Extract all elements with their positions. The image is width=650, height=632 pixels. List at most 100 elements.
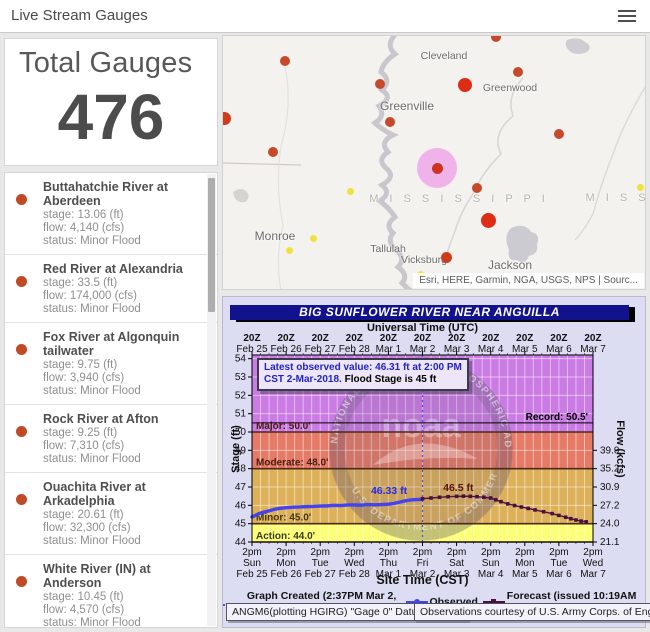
svg-text:Sun: Sun	[482, 558, 500, 569]
utc-axis-title: Universal Time (UTC)	[252, 322, 593, 334]
gauge-stage: stage: 20.61 (ft)	[43, 509, 203, 522]
gauge-list: Buttahatchie River at Aberdeen stage: 13…	[5, 173, 217, 628]
gauge-name: Ouachita River at Arkadelphia	[43, 480, 203, 508]
svg-text:2pm: 2pm	[583, 547, 602, 558]
gauge-map-marker[interactable]	[375, 79, 385, 89]
gauge-map-marker[interactable]	[222, 112, 231, 125]
svg-text:20Z: 20Z	[277, 333, 294, 344]
scrollbar-thumb[interactable]	[208, 178, 215, 312]
svg-text:46: 46	[235, 500, 247, 511]
gauge-flow: flow: 32,300 (cfs)	[43, 522, 203, 535]
svg-text:20Z: 20Z	[346, 333, 363, 344]
svg-text:Sun: Sun	[243, 558, 261, 569]
svg-text:44: 44	[235, 537, 247, 548]
gauge-map-marker[interactable]	[280, 56, 290, 66]
gauge-flow: flow: 7,310 (cfs)	[43, 440, 203, 453]
gauge-status-dot	[16, 576, 27, 587]
hydrograph-panel: NATIONAL OCEANIC AND ATMOSPHERIC ADMINIS…	[222, 296, 646, 628]
gauge-map-marker[interactable]	[481, 213, 496, 228]
menu-button[interactable]	[614, 5, 640, 27]
total-gauges-label: Total Gauges	[5, 39, 217, 80]
gauge-flow: flow: 4,140 (cfs)	[43, 222, 203, 235]
list-scrollbar[interactable]	[207, 174, 216, 626]
gauge-map-marker[interactable]	[268, 147, 278, 157]
svg-text:20Z: 20Z	[584, 333, 601, 344]
gauge-map-marker[interactable]	[491, 35, 501, 42]
svg-text:54: 54	[235, 354, 247, 365]
svg-text:2pm: 2pm	[481, 547, 500, 558]
svg-text:Mon: Mon	[276, 558, 295, 569]
svg-text:20Z: 20Z	[550, 333, 567, 344]
selected-gauge-map-marker[interactable]	[432, 163, 443, 174]
gauge-map-marker[interactable]	[385, 117, 395, 127]
gauge-map-marker[interactable]	[310, 235, 317, 242]
svg-text:20Z: 20Z	[243, 333, 260, 344]
svg-text:53: 53	[235, 372, 247, 383]
svg-text:Wed: Wed	[344, 558, 364, 569]
svg-text:Fri: Fri	[417, 558, 429, 569]
gauge-name: Rock River at Afton	[43, 412, 203, 426]
gauge-name: Red River at Alexandria	[43, 262, 203, 276]
gauge-status-dot	[16, 426, 27, 437]
gauge-status-dot	[16, 344, 27, 355]
chart-title: BIG SUNFLOWER RIVER NEAR ANGUILLA	[230, 305, 629, 320]
map-panel[interactable]: ClevelandGreenwoodGreenvilleMonroeTallul…	[222, 35, 646, 290]
gauge-list-item[interactable]: Rock River at Afton stage: 9.25 (ft) flo…	[5, 405, 217, 473]
gauge-map-marker[interactable]	[347, 188, 354, 195]
gauge-list-item[interactable]: Ouachita River at Arkadelphia stage: 20.…	[5, 473, 217, 555]
svg-text:Action: 44.0': Action: 44.0'	[256, 531, 315, 542]
latest-observed-box: Latest observed value: 46.31 ft at 2:00 …	[257, 358, 469, 391]
svg-text:20Z: 20Z	[482, 333, 499, 344]
gauge-status: status: Minor Flood	[43, 385, 203, 398]
svg-text:20Z: 20Z	[380, 333, 397, 344]
app-header: Live Stream Gauges	[0, 0, 650, 33]
total-gauges-value: 476	[5, 82, 217, 152]
svg-text:2pm: 2pm	[310, 547, 329, 558]
gauge-status: status: Minor Flood	[43, 453, 203, 466]
svg-text:Record: 50.5': Record: 50.5'	[526, 412, 588, 423]
gauge-map-marker[interactable]	[637, 184, 644, 191]
svg-text:Mon: Mon	[515, 558, 534, 569]
gauge-stage: stage: 10.45 (ft)	[43, 591, 203, 604]
svg-text:noaa: noaa	[381, 407, 461, 445]
gauge-status-dot	[16, 194, 27, 205]
svg-text:2pm: 2pm	[515, 547, 534, 558]
gauge-list-item[interactable]: Buttahatchie River at Aberdeen stage: 13…	[5, 173, 217, 255]
gauge-name: Fox River at Algonquin tailwater	[43, 330, 203, 358]
gauge-map-marker[interactable]	[458, 78, 472, 92]
gauge-map-marker[interactable]	[286, 247, 293, 254]
svg-text:Minor: 45.0': Minor: 45.0'	[256, 513, 311, 524]
gauge-status: status: Minor Flood	[43, 235, 203, 248]
gauge-map-marker[interactable]	[472, 183, 482, 193]
gauge-list-item[interactable]: Red River at Alexandria stage: 33.5 (ft)…	[5, 255, 217, 323]
gauge-status-dot	[16, 276, 27, 287]
svg-text:2pm: 2pm	[413, 547, 432, 558]
page-title: Live Stream Gauges	[11, 7, 148, 24]
hamburger-icon	[614, 10, 640, 22]
svg-text:Sat: Sat	[449, 558, 464, 569]
svg-text:24.0: 24.0	[600, 519, 620, 530]
flood-stage-note: Flood Stage is 45 ft	[345, 374, 437, 385]
map-markers	[223, 36, 645, 289]
gauge-map-marker[interactable]	[513, 67, 523, 77]
gauge-list-item[interactable]: Fox River at Algonquin tailwater stage: …	[5, 323, 217, 405]
svg-text:20Z: 20Z	[312, 333, 329, 344]
svg-text:2pm: 2pm	[447, 547, 466, 558]
svg-text:45: 45	[235, 519, 247, 530]
gauge-map-marker[interactable]	[554, 129, 564, 139]
gauge-flow: flow: 3,940 (cfs)	[43, 372, 203, 385]
gauge-name: Buttahatchie River at Aberdeen	[43, 180, 203, 208]
gauge-list-item[interactable]: White River (IN) at Anderson stage: 10.4…	[5, 555, 217, 628]
gauge-status: status: Minor Flood	[43, 303, 203, 316]
svg-text:2pm: 2pm	[276, 547, 295, 558]
gauge-stage: stage: 33.5 (ft)	[43, 277, 203, 290]
svg-text:20Z: 20Z	[516, 333, 533, 344]
gauge-status: status: Minor Flood	[43, 535, 203, 548]
gauge-map-marker[interactable]	[441, 252, 452, 263]
svg-text:2pm: 2pm	[379, 547, 398, 558]
svg-text:27.2: 27.2	[600, 500, 620, 511]
svg-text:46.5 ft: 46.5 ft	[443, 482, 474, 494]
gauge-name: White River (IN) at Anderson	[43, 562, 203, 590]
latest-observed-date: CST 2-Mar-2018.	[264, 374, 342, 385]
latest-observed-line1: Latest observed value: 46.31 ft at 2:00 …	[264, 362, 462, 374]
